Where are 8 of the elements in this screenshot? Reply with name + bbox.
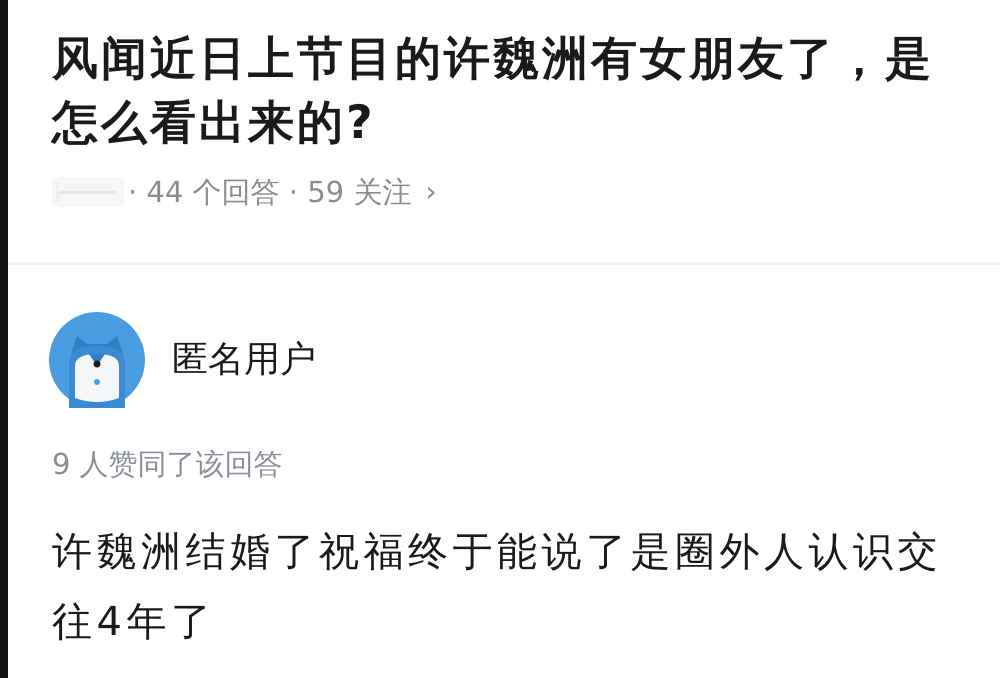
blurred-placeholder (52, 177, 124, 207)
dog-avatar-icon[interactable] (49, 312, 145, 408)
author-name[interactable]: 匿名用户 (172, 338, 316, 382)
question-stats[interactable]: · 44 个回答 · 59 关注 (128, 172, 412, 212)
answer-text: 许魏洲结婚了祝福终于能说了是圈外人认识交往4年了 (52, 528, 943, 647)
chevron-icon[interactable]: › (425, 172, 437, 212)
question-title: 风闻近日上节目的许魏洲有女朋友了，是怎么看出来的? (52, 30, 935, 151)
upvote-count: 9 人赞同了该回答 (52, 446, 284, 483)
